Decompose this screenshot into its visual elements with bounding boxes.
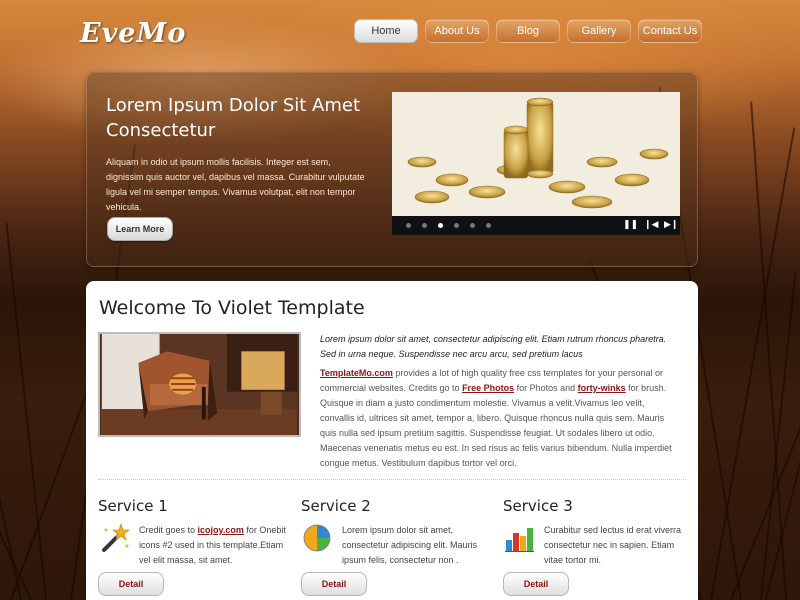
slider-dot-6[interactable] [486, 223, 491, 228]
grass-stroke [710, 127, 796, 600]
previous-icon[interactable]: ❙◀ [644, 220, 658, 230]
slider-dot-3[interactable] [438, 223, 443, 228]
service-2-detail-button[interactable]: Detail [301, 572, 367, 596]
next-icon[interactable]: ▶❙ [664, 220, 678, 230]
service-3-detail-button[interactable]: Detail [503, 572, 569, 596]
icojoy-link[interactable]: icojoy.com [198, 525, 244, 535]
welcome-body-text: TemplateMo.com provides a lot of high qu… [98, 366, 681, 471]
service-1-text: Credit goes to icojoy.com for Onebit ico… [139, 523, 289, 568]
coins-slide-image [392, 92, 680, 216]
service-3: Service 3 Curabitur sed lectus id erat v… [503, 497, 693, 596]
grass-stroke [760, 271, 797, 600]
welcome-title: Welcome To Violet Template [99, 297, 365, 319]
body-text-part-2: for Photos and [514, 383, 578, 393]
grass-stroke [765, 163, 800, 600]
service-3-title: Service 3 [503, 497, 573, 515]
banner-text: Aliquam in odio ut ipsum mollis facilisi… [106, 157, 365, 212]
welcome-intro: Lorem ipsum dolor sit amet, consectetur … [320, 334, 667, 359]
slider-controls-bar: ❚❚ ❙◀ ▶❙ [392, 216, 680, 235]
free-photos-link[interactable]: Free Photos [462, 383, 514, 393]
image-slider[interactable]: ❚❚ ❙◀ ▶❙ [392, 92, 680, 235]
hero-banner: Lorem Ipsum Dolor Sit Amet Consectetur A… [86, 72, 698, 267]
service-2-text: Lorem ipsum dolor sit amet, consectetur … [342, 525, 478, 565]
service-1: Service 1 Credit goes to icojoy.com for … [98, 497, 288, 596]
grass-stroke [0, 188, 22, 600]
banner-title: Lorem Ipsum Dolor Sit Amet Consectetur [106, 95, 361, 141]
nav-about-us[interactable]: About Us [425, 19, 489, 43]
forty-winks-link[interactable]: forty-winks [578, 383, 626, 393]
slider-dot-2[interactable] [422, 223, 427, 228]
service-2: Service 2 Lorem ipsum dolor sit amet, co… [301, 497, 491, 596]
pie-chart-icon [303, 524, 331, 552]
bar-chart-icon [505, 528, 534, 552]
nav-blog[interactable]: Blog [496, 19, 560, 43]
main-navigation: Home About Us Blog Gallery Contact Us [354, 19, 702, 43]
slider-dot-5[interactable] [470, 223, 475, 228]
nav-contact-us[interactable]: Contact Us [638, 19, 702, 43]
grass-stroke [0, 110, 32, 600]
learn-more-button[interactable]: Learn More [107, 217, 173, 241]
nav-gallery[interactable]: Gallery [567, 19, 631, 43]
section-divider [98, 479, 686, 480]
main-content: Welcome To Violet Template Lorem ipsum d… [86, 281, 698, 600]
nav-home[interactable]: Home [354, 19, 418, 43]
templatemo-link[interactable]: TemplateMo.com [320, 368, 393, 378]
slider-dot-1[interactable] [406, 223, 411, 228]
service-1-detail-button[interactable]: Detail [98, 572, 164, 596]
service-3-text: Curabitur sed lectus id erat viverra con… [544, 525, 682, 565]
service-1-text-pre: Credit goes to [139, 525, 198, 535]
body-text-part-3: for brush. Quisque in diam a justo condi… [320, 383, 672, 468]
grass-stroke [5, 221, 47, 600]
service-1-title: Service 1 [98, 497, 168, 515]
magic-wand-icon [102, 523, 130, 552]
slider-dot-4[interactable] [454, 223, 459, 228]
grass-stroke [730, 80, 800, 600]
service-2-title: Service 2 [301, 497, 371, 515]
site-logo[interactable]: EveMo [80, 18, 186, 49]
pause-icon[interactable]: ❚❚ [623, 220, 638, 230]
grass-stroke [750, 101, 787, 600]
